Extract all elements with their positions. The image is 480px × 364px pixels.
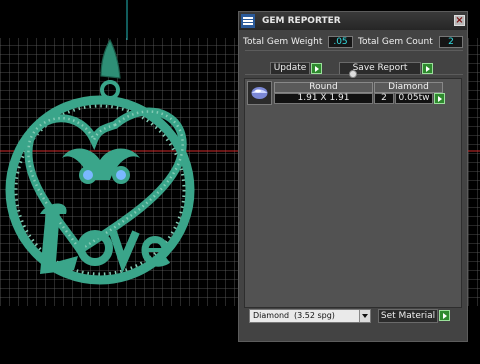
play-arrow-icon[interactable] (422, 63, 433, 74)
gem-count-cell: 2 (374, 93, 394, 104)
material-spg: (3.52 spg) (294, 311, 335, 320)
column-header-material: Diamond (374, 82, 443, 93)
gem-weight-cell: 0.05tw (395, 93, 433, 104)
column-header-shape: Round (274, 82, 373, 93)
total-gem-count-value: 2 (439, 36, 463, 48)
play-arrow-icon[interactable] (434, 93, 445, 104)
close-icon[interactable]: × (454, 15, 465, 26)
material-name: Diamond (253, 311, 290, 320)
panel-title: GEM REPORTER (262, 16, 341, 26)
chevron-down-icon[interactable] (359, 310, 370, 322)
total-gem-count-label: Total Gem Count (358, 37, 433, 47)
play-arrow-icon[interactable] (439, 310, 450, 321)
gem-size-cell: 1.91 X 1.91 (274, 93, 373, 104)
divider (245, 50, 463, 51)
set-material-button[interactable]: Set Material (378, 309, 438, 323)
play-arrow-icon[interactable] (311, 63, 322, 74)
panel-splitter-handle[interactable] (349, 70, 357, 78)
round-gem-icon (247, 81, 272, 105)
panel-titlebar[interactable]: GEM REPORTER × (239, 12, 467, 30)
total-gem-weight-label: Total Gem Weight (243, 37, 323, 47)
material-select[interactable]: Diamond (3.52 spg) (249, 309, 371, 323)
total-gem-weight-value: .05 (328, 36, 353, 48)
gem-stone-right (116, 170, 126, 180)
gem-reporter-app-icon (241, 14, 255, 28)
gem-reporter-panel: GEM REPORTER × Total Gem Weight .05 Tota… (238, 11, 468, 342)
gem-list: Round Diamond 1.91 X 1.91 2 0.05tw (244, 78, 462, 308)
gem-stone-left (83, 170, 93, 180)
